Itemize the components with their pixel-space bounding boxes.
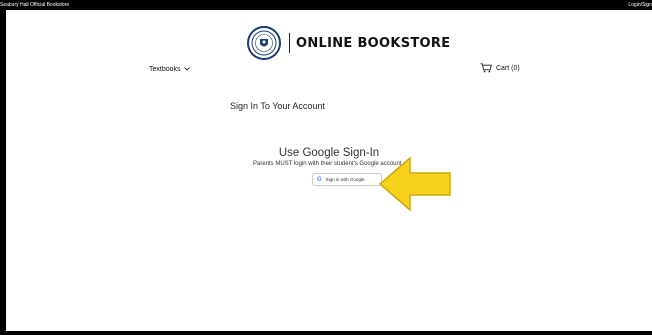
cart-icon [480,63,492,73]
google-signin-button-label: Sign in with Google [325,177,365,182]
google-signin-button[interactable]: G Sign in with Google [312,173,382,186]
google-signin-heading: Use Google Sign-In [278,147,380,159]
page-content: ONLINE BOOKSTORE Textbooks Cart (0) Sign… [6,10,652,331]
login-signup-link[interactable]: Login/Sign [628,0,652,10]
nav-textbooks-menu[interactable]: Textbooks [149,66,190,73]
arrow-pointer-icon [378,156,451,212]
logo-divider [289,33,290,53]
chevron-down-icon [183,66,190,73]
site-logo[interactable]: ONLINE BOOKSTORE [247,26,450,60]
nav-textbooks-label: Textbooks [149,66,181,73]
top-bar: Seabury Hall Official Bookstore Login/Si… [0,0,652,10]
school-seal-icon [247,26,281,60]
google-g-icon: G [317,176,322,183]
logo-text: ONLINE BOOKSTORE [296,35,451,51]
cart-link[interactable]: Cart (0) [480,63,520,73]
page-title: Sign In To Your Account [230,101,325,111]
cart-label: Cart (0) [496,64,520,72]
store-name: Seabury Hall Official Bookstore [0,2,70,8]
